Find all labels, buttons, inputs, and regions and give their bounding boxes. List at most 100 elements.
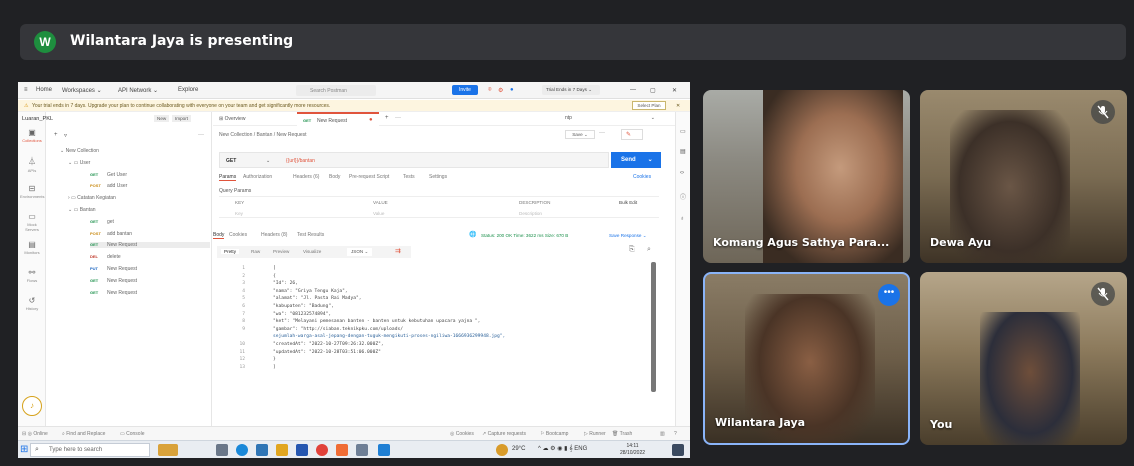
import-button[interactable]: Import xyxy=(172,115,192,122)
more-options-icon[interactable]: ··· xyxy=(599,130,605,136)
news-widget-icon[interactable] xyxy=(158,444,178,456)
close-icon[interactable]: ✕ xyxy=(672,87,677,94)
help-avatar-icon[interactable]: ♪ xyxy=(22,396,42,416)
tree-request[interactable]: GET New Request xyxy=(90,290,137,296)
view-tab[interactable]: Pretty xyxy=(221,249,239,254)
tab-new-request[interactable]: GET New Request ● xyxy=(297,112,379,126)
param-key-input[interactable]: Key xyxy=(235,211,243,216)
tree-request[interactable]: GET New Request xyxy=(90,278,137,284)
tree-request[interactable]: GET Get User xyxy=(90,172,127,178)
banner-close-icon[interactable]: ✕ xyxy=(676,103,680,109)
trial-button[interactable]: Trial Ends in 7 Days ⌄ xyxy=(542,85,600,95)
more-icon[interactable]: ··· xyxy=(198,132,204,138)
nav-workspaces[interactable]: Workspaces ⌄ xyxy=(62,87,102,94)
tab-more-icon[interactable]: ··· xyxy=(395,115,401,121)
bootcamp-button[interactable]: ⚐ Bootcamp xyxy=(540,431,568,437)
postman-taskbar-icon[interactable] xyxy=(336,444,348,456)
param-value-input[interactable]: Value xyxy=(373,211,384,216)
view-tab[interactable]: Raw xyxy=(251,249,260,254)
mail-icon[interactable] xyxy=(296,444,308,456)
response-tab[interactable]: Cookies xyxy=(229,232,247,238)
view-tab[interactable]: Preview xyxy=(273,249,289,254)
save-response-button[interactable]: Save Response ⌄ xyxy=(609,233,647,239)
code-icon[interactable]: ‹› xyxy=(680,170,684,176)
console-button[interactable]: ▭ Console xyxy=(120,431,144,437)
rail-history[interactable]: ↺ History xyxy=(20,296,44,311)
response-tab[interactable]: Body xyxy=(213,232,225,239)
environment-select[interactable]: ntp ⌄ xyxy=(565,115,655,121)
search-input[interactable]: Search Postman xyxy=(296,85,376,96)
rail-monitors[interactable]: ▤ Monitors xyxy=(20,240,44,255)
edit-icon[interactable]: ✎ xyxy=(621,129,643,140)
request-tab[interactable]: Tests xyxy=(403,174,415,180)
wrap-icon[interactable]: ⇉ xyxy=(395,247,401,255)
participant-tile-komang[interactable]: Komang Agus Sathya Para... xyxy=(703,90,910,263)
runner-button[interactable]: ▷ Runner xyxy=(584,431,606,437)
request-tab[interactable]: Params xyxy=(219,174,237,181)
rail-mock-servers[interactable]: ▭ Mock Servers xyxy=(20,212,44,232)
nav-api-network[interactable]: API Network ⌄ xyxy=(118,87,158,94)
send-button[interactable]: Send ⌄ xyxy=(611,152,661,168)
tree-request[interactable]: GET New Request xyxy=(90,242,210,249)
new-button[interactable]: New xyxy=(154,115,170,122)
nav-home[interactable]: Home xyxy=(36,87,52,93)
api-icon[interactable]: ▭ xyxy=(680,128,686,135)
tree-request[interactable]: GET get xyxy=(90,219,114,225)
docs-icon[interactable]: ▤ xyxy=(680,148,686,155)
notifications-icon[interactable] xyxy=(672,444,684,456)
format-select[interactable]: JSON ⌄ xyxy=(347,248,373,256)
task-view-icon[interactable] xyxy=(216,444,228,456)
store-icon[interactable] xyxy=(256,444,268,456)
request-tab[interactable]: Authorization xyxy=(243,174,272,180)
response-body[interactable]: 1 [2 {3 "Id": 26, 4 "nama": "Griya Tengu K… xyxy=(213,262,653,422)
view-tab[interactable]: Visualize xyxy=(303,249,321,254)
add-collection-icon[interactable]: + xyxy=(54,132,58,138)
maximize-icon[interactable]: ▢ xyxy=(650,87,656,94)
tree-folder[interactable]: ⌄ ▭ Bantan xyxy=(68,207,96,213)
nav-explore[interactable]: Explore xyxy=(178,87,198,93)
status-cookies-button[interactable]: ◎ Cookies xyxy=(450,431,474,437)
weather-temp[interactable]: 29°C xyxy=(512,446,525,452)
bulk-edit-button[interactable]: Bulk Edit xyxy=(619,200,637,205)
participant-tile-dewa-ayu[interactable]: Dewa Ayu xyxy=(920,90,1127,263)
request-tab[interactable]: Headers (6) xyxy=(293,174,319,180)
vscode-icon[interactable] xyxy=(378,444,390,456)
method-chevron-icon[interactable]: ⌄ xyxy=(266,158,270,164)
settings-icon[interactable]: ⚙ xyxy=(498,87,503,94)
method-select[interactable]: GET xyxy=(226,158,236,164)
satellite-icon[interactable]: ⌾ xyxy=(488,87,492,94)
rail-apis[interactable]: ⏃ APIs xyxy=(20,156,44,173)
tree-folder[interactable]: › ▭ Catatan Kegiatan xyxy=(68,195,116,201)
response-tab[interactable]: Headers (8) xyxy=(261,232,287,238)
app-icon[interactable] xyxy=(356,444,368,456)
param-description-input[interactable]: Description xyxy=(519,211,542,216)
select-plan-button[interactable]: Select Plan xyxy=(632,101,666,110)
file-explorer-icon[interactable] xyxy=(276,444,288,456)
tray-icons[interactable]: ^ ☁ ⚙ ◉ ▮ 𝄞 ENG xyxy=(538,445,587,453)
tree-request[interactable]: POST add bantan xyxy=(90,231,132,237)
tree-request[interactable]: PUT New Request xyxy=(90,266,137,272)
weather-icon[interactable] xyxy=(496,444,508,456)
tab-overview[interactable]: ⊞ Overview xyxy=(219,116,245,122)
search-response-icon[interactable]: ⌕ xyxy=(647,246,651,254)
url-input[interactable]: {{url}}/bantan xyxy=(286,158,315,164)
save-button[interactable]: Save ⌄ xyxy=(565,130,595,139)
minimize-icon[interactable]: — xyxy=(630,87,636,93)
copy-icon[interactable]: ⎘ xyxy=(629,246,635,254)
tree-folder[interactable]: ⌄ New Collection xyxy=(60,148,99,154)
rail-environments[interactable]: ⊟ Environments xyxy=(20,184,44,199)
menu-icon[interactable]: ≡ xyxy=(24,87,28,93)
request-tab[interactable]: Pre-request Script xyxy=(349,174,389,180)
tree-request[interactable]: POST add User xyxy=(90,183,127,189)
rail-collections[interactable]: ▣ Collections xyxy=(20,128,44,143)
help-icon[interactable]: ? xyxy=(674,431,677,437)
trash-button[interactable]: 🗑 Trash xyxy=(612,431,632,437)
request-tab[interactable]: Body xyxy=(329,174,340,180)
edge-icon[interactable] xyxy=(236,444,248,456)
taskbar-clock[interactable]: 14:11 28/10/2022 xyxy=(620,443,645,457)
add-tab-icon[interactable]: + xyxy=(385,115,389,121)
request-tab[interactable]: Settings xyxy=(429,174,447,180)
scrollbar[interactable] xyxy=(651,262,656,392)
capture-requests-button[interactable]: ↗ Capture requests xyxy=(482,431,526,437)
cookies-link[interactable]: Cookies xyxy=(633,174,651,180)
